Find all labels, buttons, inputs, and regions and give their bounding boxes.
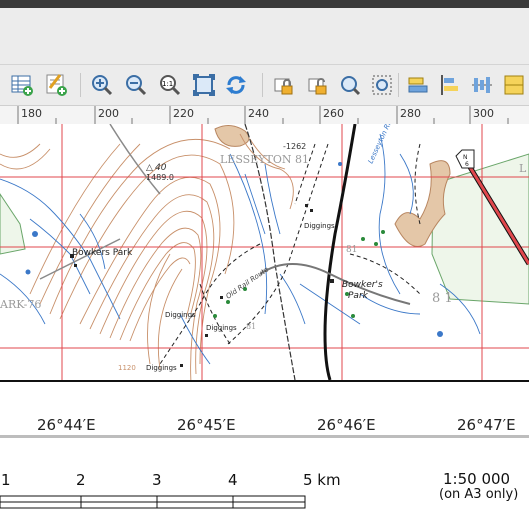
map-label-lesseyton: LESSEYTON 81	[220, 153, 309, 166]
toolbar-separator	[80, 73, 81, 97]
longitude-label: 26°45′E	[177, 416, 236, 434]
svg-text:6: 6	[465, 161, 469, 168]
terrain-patch	[214, 125, 250, 147]
map-label-bowkers: Bowker's	[342, 280, 383, 290]
trig-icon: △	[146, 163, 153, 173]
field-calculator-icon[interactable]	[42, 71, 70, 99]
longitude-bar	[0, 435, 529, 438]
zoom-actual-icon[interactable]: 1:1	[156, 71, 184, 99]
zoom-full-icon[interactable]	[190, 71, 218, 99]
map-label-diggings: Diggings	[165, 311, 196, 319]
map-label-old-rail: Old Rail Route	[225, 265, 271, 300]
road-shield-n6: N 6	[455, 149, 475, 169]
unlock-icon[interactable]	[304, 71, 332, 99]
map-label-diggings: Diggings	[304, 222, 335, 230]
map-label-bowkers-park: Bowkers Park	[72, 248, 133, 258]
scale-number: 4	[228, 471, 238, 489]
map-label-ark76: ARK-76	[0, 298, 41, 311]
map-label-81: 8 1	[432, 291, 453, 306]
topographic-map: △ 40 1489.0 LESSEYTON 81 -1262 Bowkers P…	[0, 124, 529, 380]
map-label-diggings: Diggings	[146, 364, 177, 372]
ruler-label: 280	[400, 107, 421, 120]
ruler-label: 220	[173, 107, 194, 120]
select-icon[interactable]	[336, 71, 364, 99]
lock-icon[interactable]	[270, 71, 298, 99]
scale-number: 2	[76, 471, 86, 489]
boreholes	[213, 230, 385, 318]
map-label-height-1262: -1262	[283, 142, 306, 151]
zoom-out-icon[interactable]	[122, 71, 150, 99]
map-label-spot-height: 1489.0	[146, 173, 174, 182]
scale-number: 3	[152, 471, 162, 489]
more-icon[interactable]	[500, 71, 528, 99]
map-label-contour-1120: 1120	[118, 364, 136, 372]
ruler-label: 300	[473, 107, 494, 120]
ruler-label: 260	[323, 107, 344, 120]
select-all-icon[interactable]	[368, 71, 396, 99]
refresh-icon[interactable]	[222, 71, 250, 99]
ruler-label: 200	[98, 107, 119, 120]
svg-text:1:1: 1:1	[162, 80, 173, 88]
map-label-diggings: Diggings	[206, 324, 237, 332]
toolbar-separator	[262, 73, 263, 97]
distribute-icon[interactable]	[436, 71, 464, 99]
attribute-table-icon[interactable]	[8, 71, 36, 99]
svg-text:N: N	[463, 154, 468, 161]
map-label-81-mid: 81	[246, 322, 256, 331]
window-titlebar	[0, 0, 529, 8]
longitude-label: 26°44′E	[37, 416, 96, 434]
zoom-in-icon[interactable]	[88, 71, 116, 99]
longitude-label: 26°46′E	[317, 416, 376, 434]
map-label-trig: 40	[155, 163, 167, 173]
toolbar: 1:1	[0, 65, 529, 106]
menubar-area	[0, 8, 529, 65]
scale-ratio: 1:50 000	[443, 470, 511, 488]
resize-icon[interactable]	[468, 71, 496, 99]
horizontal-ruler: 180 200 220 240 260 280 300	[0, 106, 529, 125]
map-label-81-small: 81	[346, 245, 357, 255]
toolbar-separator	[398, 73, 399, 97]
map-label-l-edge: L	[519, 162, 527, 175]
ruler-label: 180	[21, 107, 42, 120]
map-label-lesseyton-river: Lesseyton Ri	[367, 124, 393, 165]
scale-note: (on A3 only)	[439, 487, 519, 502]
longitude-label: 26°47′E	[457, 416, 516, 434]
align-icon[interactable]	[404, 71, 432, 99]
scale-number: 5 km	[303, 471, 341, 489]
scale-number: 1	[1, 471, 11, 489]
layout-footer: 26°44′E 26°45′E 26°46′E 26°47′E 1 2 3 4 …	[0, 382, 529, 531]
ruler-label: 240	[248, 107, 269, 120]
map-canvas[interactable]: △ 40 1489.0 LESSEYTON 81 -1262 Bowkers P…	[0, 124, 529, 382]
forest-area-left	[0, 193, 26, 255]
map-label-park: Park	[348, 291, 369, 301]
